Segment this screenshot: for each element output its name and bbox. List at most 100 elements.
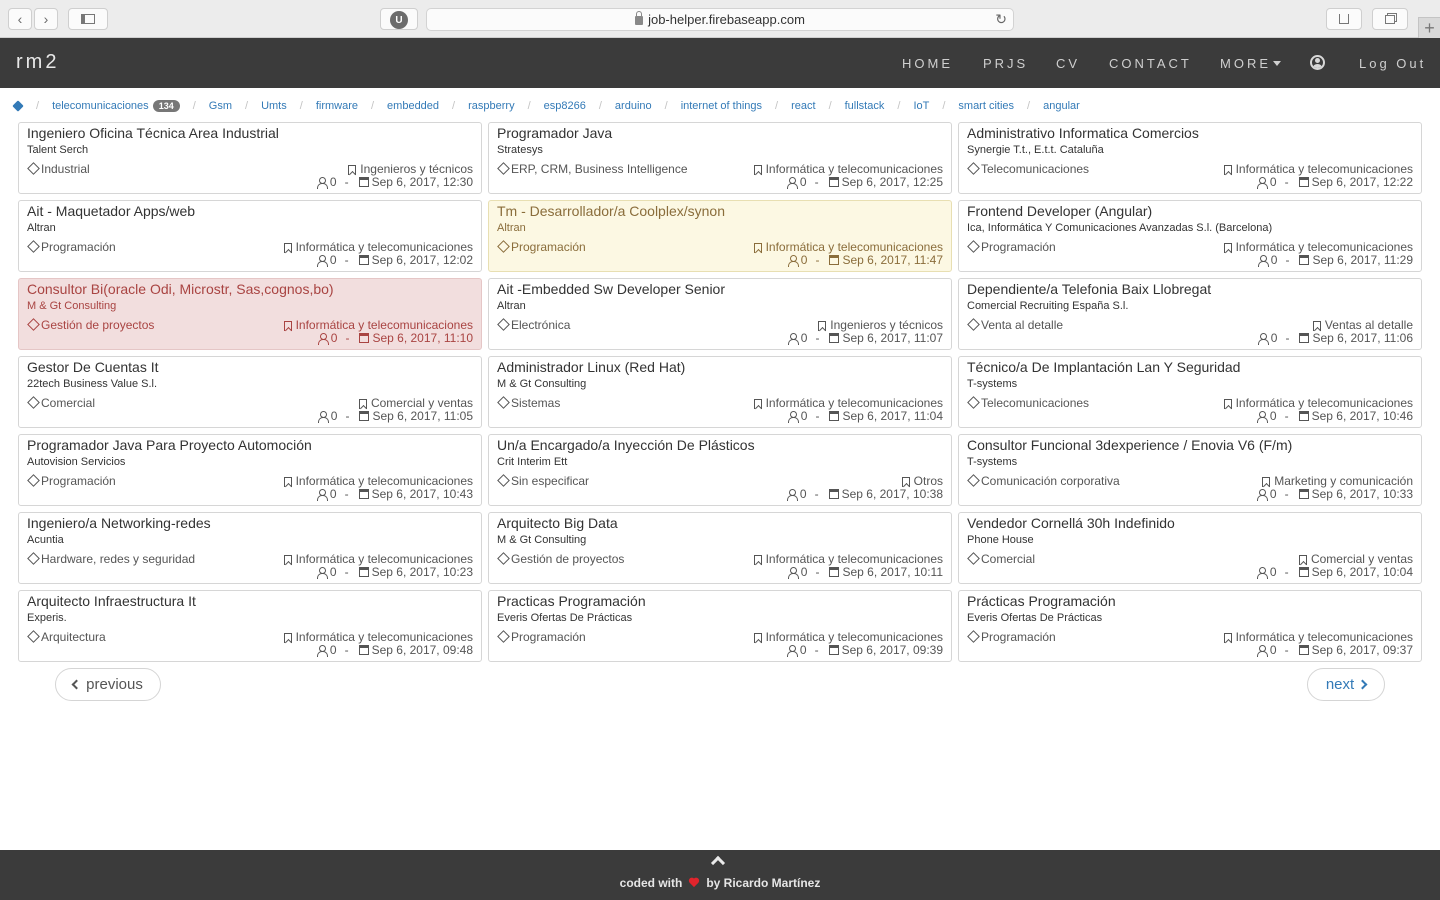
job-area-label: Programación <box>981 240 1056 254</box>
nav-cv[interactable]: CV <box>1056 56 1080 71</box>
previous-button[interactable]: previous <box>55 668 161 701</box>
job-card[interactable]: Administrativo Informatica Comercios Syn… <box>958 122 1422 194</box>
nav-contact[interactable]: CONTACT <box>1109 56 1192 71</box>
bookmark-icon <box>283 632 292 643</box>
job-card[interactable]: Ingeniero Oficina Técnica Area Industria… <box>18 122 482 194</box>
job-title[interactable]: Frontend Developer (Angular) <box>967 204 1413 218</box>
job-card[interactable]: Tm - Desarrollador/a Coolplex/synon Altr… <box>488 200 952 272</box>
job-card[interactable]: Prácticas Programación Everis Ofertas De… <box>958 590 1422 662</box>
job-title[interactable]: Ingeniero Oficina Técnica Area Industria… <box>27 126 473 140</box>
tag-link[interactable]: fullstack <box>845 100 885 112</box>
share-button[interactable] <box>1326 8 1362 30</box>
tag-link[interactable]: firmware <box>316 100 358 112</box>
job-card[interactable]: Ait - Maquetador Apps/web Altran Program… <box>18 200 482 272</box>
job-title[interactable]: Prácticas Programación <box>967 594 1413 608</box>
bookmark-icon <box>753 632 762 643</box>
job-company: T-systems <box>967 456 1018 468</box>
user-circle-icon[interactable] <box>1310 55 1325 70</box>
job-card[interactable]: Ait -Embedded Sw Developer Senior Altran… <box>488 278 952 350</box>
tag-link[interactable]: telecomunicaciones <box>52 100 149 112</box>
tag-link[interactable]: raspberry <box>468 100 514 112</box>
tag-breadcrumb: / telecomunicaciones 134 / Gsm / Umts / … <box>14 99 1080 113</box>
job-title[interactable]: Administrador Linux (Red Hat) <box>497 360 943 374</box>
ublock-icon[interactable]: U <box>390 11 408 29</box>
job-company: Experis. <box>27 612 67 624</box>
new-tab-button[interactable]: + <box>1418 17 1440 38</box>
calendar-icon <box>359 333 370 343</box>
job-title[interactable]: Consultor Bi(oracle Odi, Microstr, Sas,c… <box>27 282 473 296</box>
next-button[interactable]: next <box>1307 668 1385 701</box>
back-button[interactable]: ‹ <box>8 8 32 30</box>
job-title[interactable]: Tm - Desarrollador/a Coolplex/synon <box>497 204 943 218</box>
job-area: Electrónica <box>497 319 570 332</box>
job-title[interactable]: Ait -Embedded Sw Developer Senior <box>497 282 943 296</box>
job-card[interactable]: Programador Java Para Proyecto Automoció… <box>18 434 482 506</box>
job-title[interactable]: Arquitecto Infraestructura It <box>27 594 473 608</box>
job-card[interactable]: Consultor Funcional 3dexperience / Enovi… <box>958 434 1422 506</box>
tag-link[interactable]: arduino <box>615 100 652 112</box>
nav-home[interactable]: HOME <box>902 56 953 71</box>
job-card[interactable]: Gestor De Cuentas It 22tech Business Val… <box>18 356 482 428</box>
job-applicants: 0 <box>329 487 337 501</box>
job-area-label: ERP, CRM, Business Intelligence <box>511 162 688 176</box>
job-title[interactable]: Un/a Encargado/a Inyección De Plásticos <box>497 438 943 452</box>
job-card[interactable]: Frontend Developer (Angular) Ica, Inform… <box>958 200 1422 272</box>
tag-link[interactable]: embedded <box>387 100 439 112</box>
chevron-up-icon[interactable] <box>710 855 726 871</box>
job-card[interactable]: Practicas Programación Everis Ofertas De… <box>488 590 952 662</box>
job-footer: 0- Sep 6, 2017, 09:39 <box>786 643 943 657</box>
job-card[interactable]: Administrador Linux (Red Hat) M & Gt Con… <box>488 356 952 428</box>
job-card[interactable]: Programador Java Stratesys ERP, CRM, Bus… <box>488 122 952 194</box>
job-title[interactable]: Ait - Maquetador Apps/web <box>27 204 473 218</box>
job-area-label: Gestión de proyectos <box>41 318 155 332</box>
job-footer: 0- Sep 6, 2017, 10:11 <box>787 565 943 579</box>
job-card[interactable]: Consultor Bi(oracle Odi, Microstr, Sas,c… <box>18 278 482 350</box>
reload-icon[interactable]: ↻ <box>995 11 1007 28</box>
address-bar[interactable]: job-helper.firebaseapp.com ↻ <box>426 8 1014 31</box>
tag-link[interactable]: internet of things <box>681 100 762 112</box>
job-card[interactable]: Dependiente/a Telefonia Baix Llobregat C… <box>958 278 1422 350</box>
job-title[interactable]: Gestor De Cuentas It <box>27 360 473 374</box>
job-title[interactable]: Consultor Funcional 3dexperience / Enovi… <box>967 438 1413 452</box>
job-card[interactable]: Técnico/a De Implantación Lan Y Segurida… <box>958 356 1422 428</box>
job-title[interactable]: Dependiente/a Telefonia Baix Llobregat <box>967 282 1413 296</box>
forward-button[interactable]: › <box>34 8 58 30</box>
nav-prjs[interactable]: PRJS <box>983 56 1028 71</box>
job-title[interactable]: Técnico/a De Implantación Lan Y Segurida… <box>967 360 1413 374</box>
bookmark-icon <box>1223 164 1232 175</box>
job-title[interactable]: Vendedor Cornellá 30h Indefinido <box>967 516 1413 530</box>
job-title[interactable]: Arquitecto Big Data <box>497 516 943 530</box>
diamond-icon <box>497 633 508 642</box>
tag-link[interactable]: angular <box>1043 100 1080 112</box>
job-card[interactable]: Arquitecto Big Data M & Gt Consulting Ge… <box>488 512 952 584</box>
tabs-overview-button[interactable] <box>1372 8 1408 30</box>
tag-link[interactable]: Umts <box>261 100 287 112</box>
nav-more-dropdown[interactable]: MORE <box>1220 56 1281 71</box>
chevron-right-icon: › <box>43 11 49 27</box>
tag-link[interactable]: esp8266 <box>544 100 586 112</box>
job-card[interactable]: Arquitecto Infraestructura It Experis. A… <box>18 590 482 662</box>
tag-link[interactable]: Gsm <box>209 100 232 112</box>
job-date: Sep 6, 2017, 10:04 <box>1311 565 1413 579</box>
brand-logo[interactable]: rm2 <box>16 51 59 74</box>
tag-link[interactable]: smart cities <box>958 100 1014 112</box>
job-title[interactable]: Programador Java <box>497 126 943 140</box>
user-icon <box>316 644 328 657</box>
job-title[interactable]: Practicas Programación <box>497 594 943 608</box>
job-footer: 0- Sep 6, 2017, 10:23 <box>316 565 473 579</box>
job-card[interactable]: Ingeniero/a Networking-redes Acuntia Har… <box>18 512 482 584</box>
job-card[interactable]: Un/a Encargado/a Inyección De Plásticos … <box>488 434 952 506</box>
job-area-label: Programación <box>41 240 116 254</box>
sidebar-toggle-button[interactable] <box>68 8 108 30</box>
job-title[interactable]: Programador Java Para Proyecto Automoció… <box>27 438 473 452</box>
job-title[interactable]: Administrativo Informatica Comercios <box>967 126 1413 140</box>
diamond-icon <box>967 555 978 564</box>
job-title[interactable]: Ingeniero/a Networking-redes <box>27 516 473 530</box>
job-date: Sep 6, 2017, 10:46 <box>1311 409 1413 423</box>
diamond-icon <box>497 321 508 330</box>
tag-link[interactable]: react <box>791 100 815 112</box>
logout-link[interactable]: Log Out <box>1359 56 1426 71</box>
tag-link[interactable]: IoT <box>913 100 929 112</box>
job-card[interactable]: Vendedor Cornellá 30h Indefinido Phone H… <box>958 512 1422 584</box>
next-label: next <box>1325 676 1355 693</box>
